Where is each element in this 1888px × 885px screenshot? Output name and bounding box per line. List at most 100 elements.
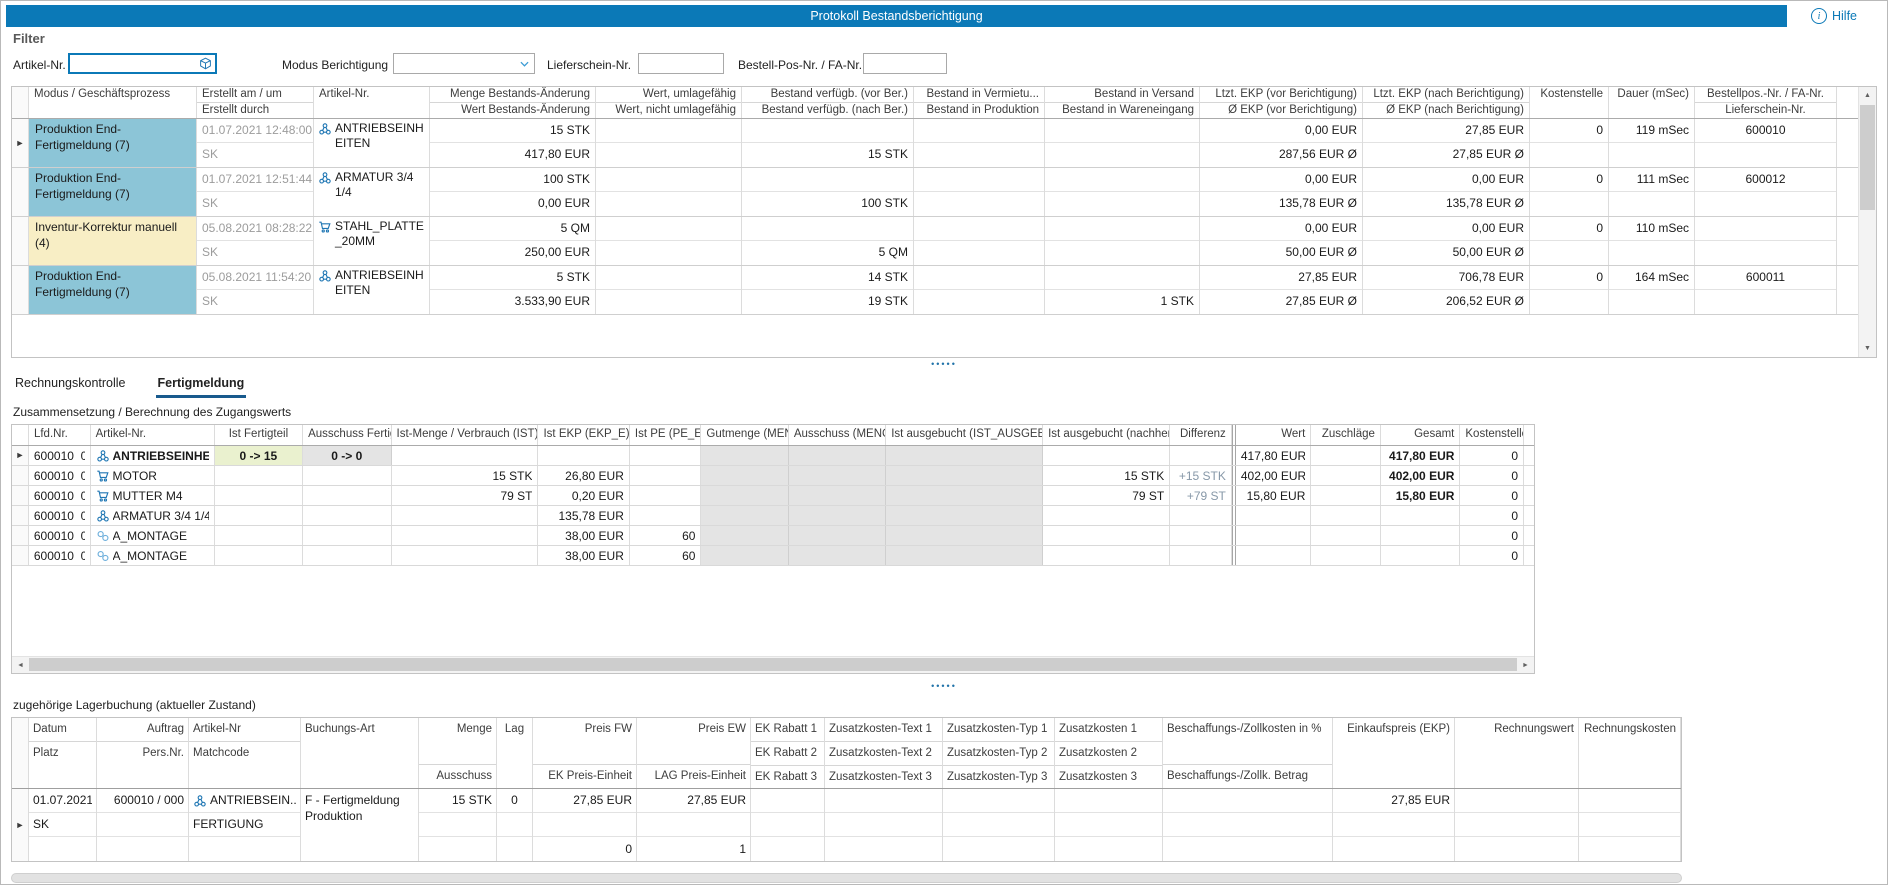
cell-vor[interactable] [886, 486, 1043, 505]
cell-dauer[interactable]: 110 mSec [1609, 217, 1695, 265]
cell-verb[interactable] [392, 526, 539, 545]
cell-verb[interactable] [392, 546, 539, 565]
col-header-ausf[interactable]: Ausschuss Fertigteil [303, 425, 391, 445]
cell-zus[interactable] [1311, 506, 1381, 525]
splitter-handle[interactable]: ••••• [1, 683, 1887, 691]
cell-ekp[interactable]: 0,20 EUR [538, 486, 629, 505]
cell-wert_uml[interactable] [596, 266, 742, 314]
cell-verm[interactable] [914, 168, 1045, 216]
cell-ausm[interactable] [789, 546, 886, 565]
cell-col-15[interactable] [1455, 789, 1579, 862]
cell-wert_uml[interactable] [596, 119, 742, 167]
cell-dauer[interactable]: 119 mSec [1609, 119, 1695, 167]
cell-wert[interactable] [1236, 546, 1312, 565]
zusammensetzung-row[interactable]: 600010 001MOTOR15 STK26,80 EUR15 STK+15 … [12, 466, 1534, 486]
col-header-9[interactable]: EK Rabatt 1EK Rabatt 2EK Rabatt 3 [751, 718, 825, 788]
cell-ekp_nach[interactable]: 0,00 EUR50,00 EUR Ø [1363, 217, 1530, 265]
col-header-11[interactable]: Zusatzkosten-Typ 1Zusatzkosten-Typ 2Zusa… [943, 718, 1055, 788]
col-header-16[interactable]: Rechnungskosten [1579, 718, 1681, 788]
cell-kost[interactable]: 0 [1460, 486, 1524, 505]
cell-erstellt[interactable]: 05.08.2021 08:28:22SK [197, 217, 314, 265]
col-header-ausm[interactable]: Ausschuss (MENGE_... [789, 425, 886, 445]
cell-kost[interactable]: 0 [1460, 466, 1524, 485]
zusammensetzung-row[interactable]: 600010 005A_MONTAGE38,00 EUR600 [12, 546, 1534, 566]
cell-artikel[interactable]: A_MONTAGE [91, 546, 215, 565]
col-header-fert[interactable]: Ist Fertigteil [215, 425, 303, 445]
cell-col-1[interactable]: 01.07.2021SK [29, 789, 97, 862]
cell-verf[interactable]: 100 STK [742, 168, 914, 216]
cell-wert[interactable]: 417,80 EUR [1236, 446, 1312, 465]
col-header-artikel[interactable]: Artikel-Nr. [314, 87, 430, 118]
cell-col-7[interactable]: 27,85 EUR0 [533, 789, 637, 862]
cell-pe[interactable]: 60 [630, 546, 702, 565]
cell-artikel[interactable]: ANTRIEBSEINHE... [91, 446, 215, 465]
col-header-verm[interactable]: Bestand in Vermietu...Bestand in Produkt… [914, 87, 1045, 118]
cell-ekp_nach[interactable]: 27,85 EUR27,85 EUR Ø [1363, 119, 1530, 167]
cell-vers[interactable] [1045, 217, 1200, 265]
col-header-13[interactable]: Beschaffungs-/Zollkosten in %Beschaffung… [1163, 718, 1333, 788]
cell-diff[interactable] [1170, 546, 1232, 565]
cell-verf[interactable]: 14 STK19 STK [742, 266, 914, 314]
cell-verm[interactable] [914, 119, 1045, 167]
cell-kost[interactable]: 0 [1530, 168, 1609, 216]
cell-nach[interactable] [1043, 446, 1170, 465]
col-header-gut[interactable]: Gutmenge (MEN... [701, 425, 788, 445]
scrollbar-thumb[interactable] [29, 658, 1517, 671]
cell-ekp_vor[interactable]: 0,00 EUR50,00 EUR Ø [1200, 217, 1363, 265]
cell-bestell[interactable]: 600011 [1695, 266, 1837, 314]
col-header-bestell[interactable]: Bestellpos.-Nr. / FA-Nr.Lieferschein-Nr. [1695, 87, 1837, 118]
cell-ekp_nach[interactable]: 0,00 EUR135,78 EUR Ø [1363, 168, 1530, 216]
cell-ekp[interactable]: 26,80 EUR [538, 466, 629, 485]
cell-pe[interactable] [630, 486, 702, 505]
cell-ges[interactable] [1381, 506, 1460, 525]
cell-verf[interactable]: 15 STK [742, 119, 914, 167]
col-header-nach[interactable]: Ist ausgebucht (nachher) [1043, 425, 1170, 445]
cell-col-11[interactable] [943, 789, 1055, 862]
cell-vor[interactable] [886, 446, 1043, 465]
cell-zus[interactable] [1311, 446, 1381, 465]
col-header-ekp_nach[interactable]: Ltzt. EKP (nach Berichtigung)Ø EKP (nach… [1363, 87, 1530, 118]
col-header-sel[interactable] [12, 425, 29, 445]
cell-lfd[interactable]: 600010 005 [29, 546, 91, 565]
cell-fert[interactable] [215, 466, 303, 485]
cell-wert[interactable] [1236, 506, 1312, 525]
cell-ekp_vor[interactable]: 0,00 EUR287,56 EUR Ø [1200, 119, 1363, 167]
vertical-scrollbar[interactable]: ▲ ▼ [1858, 87, 1876, 357]
cell-col-3[interactable]: ANTRIEBSEIN...FERTIGUNG [189, 789, 301, 862]
col-header-12[interactable]: Zusatzkosten 1Zusatzkosten 2Zusatzkosten… [1055, 718, 1163, 788]
cell-ges[interactable] [1381, 546, 1460, 565]
col-header-lfd[interactable]: Lfd.Nr. [29, 425, 91, 445]
cell-vers[interactable] [1045, 119, 1200, 167]
cell-modus[interactable]: Produktion End-Fertigmeldung (7) [29, 119, 197, 167]
cell-diff[interactable] [1170, 506, 1232, 525]
cell-zus[interactable] [1311, 546, 1381, 565]
cell-gut[interactable] [701, 546, 788, 565]
cell-dauer[interactable]: 111 mSec [1609, 168, 1695, 216]
cell-fert[interactable] [215, 526, 303, 545]
col-header-ekp[interactable]: Ist EKP (EKP_E) [538, 425, 629, 445]
cell-kost[interactable]: 0 [1460, 506, 1524, 525]
cell-col-5[interactable]: 15 STK [419, 789, 497, 862]
cell-col-13[interactable] [1163, 789, 1333, 862]
cell-kost[interactable]: 0 [1530, 119, 1609, 167]
bottom-scrollbar[interactable] [11, 873, 1682, 883]
cell-kost[interactable]: 0 [1460, 446, 1524, 465]
col-header-kost[interactable]: Kostenstelle [1460, 425, 1524, 445]
col-header-ekp_vor[interactable]: Ltzt. EKP (vor Berichtigung)Ø EKP (vor B… [1200, 87, 1363, 118]
cell-fert[interactable] [215, 546, 303, 565]
cell-lfd[interactable]: 600010 001 [29, 466, 91, 485]
cell-col-16[interactable] [1579, 789, 1681, 862]
cell-lfd[interactable]: 600010 000 [29, 446, 91, 465]
cell-wert[interactable]: 402,00 EUR [1236, 466, 1312, 485]
cell-nach[interactable] [1043, 526, 1170, 545]
cell-wert[interactable]: 15,80 EUR [1236, 486, 1312, 505]
cell-artikel[interactable]: ANTRIEBSEINHEITEN [314, 119, 430, 167]
tab-rechnungskontrolle[interactable]: Rechnungskontrolle [13, 372, 128, 398]
cell-erstellt[interactable]: 01.07.2021 12:51:44SK [197, 168, 314, 216]
cell-pe[interactable] [630, 506, 702, 525]
cell-menge[interactable]: 5 QM250,00 EUR [430, 217, 596, 265]
cell-col-8[interactable]: 27,85 EUR1 [637, 789, 751, 862]
cell-ekp[interactable] [538, 446, 629, 465]
cell-modus[interactable]: Produktion End-Fertigmeldung (7) [29, 168, 197, 216]
col-header-vor[interactable]: Ist ausgebucht (IST_AUSGEB, vor... [886, 425, 1043, 445]
